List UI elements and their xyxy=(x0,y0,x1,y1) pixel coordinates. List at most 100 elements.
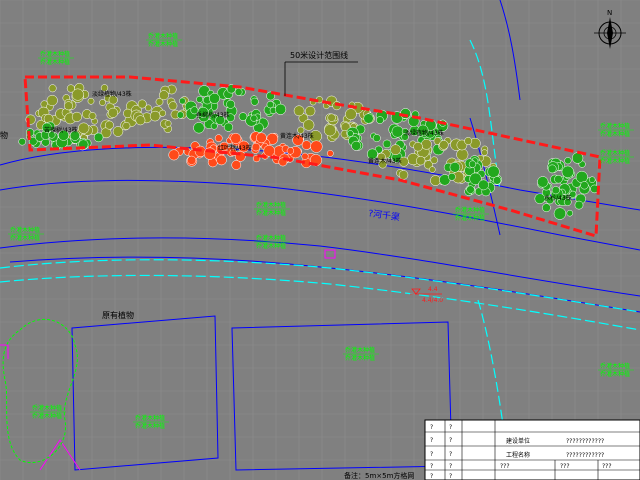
tree-symbol xyxy=(48,84,57,93)
tree-symbol xyxy=(561,165,574,178)
tree-symbol xyxy=(376,116,384,124)
tree-symbol xyxy=(145,104,152,112)
callout-text: 乔灌木种植 xyxy=(256,201,286,209)
plant-label-1: 淡绿植物/43株 xyxy=(92,90,132,98)
callout-text: 乔灌木种植 xyxy=(600,362,630,370)
tree-symbol xyxy=(293,105,305,117)
parcel-mid xyxy=(231,321,453,471)
callout-text: 乔灌木种植 xyxy=(455,206,485,214)
cad-drawing-canvas: 50米设计范围线 淡绿植物/43株 垂柳树/43株 苦楝树/43株 红叶桃/43… xyxy=(0,0,640,480)
tree-symbol xyxy=(310,140,323,153)
tree-symbol xyxy=(104,120,114,130)
callout-text: 乔灌木种植 xyxy=(345,354,375,362)
callout-7: 乔灌木种植乔灌木种植 xyxy=(254,234,290,250)
tree-symbol xyxy=(439,140,449,150)
callout-2: 乔灌木种植乔灌木种植 xyxy=(38,50,74,66)
tb-row1-value: ???????????? xyxy=(566,438,604,445)
tree-symbol xyxy=(168,149,180,161)
tree-symbol xyxy=(164,120,172,127)
tb-row2-value: ???????????? xyxy=(566,452,604,459)
tree-symbol xyxy=(250,97,259,106)
tb-q-5: ? xyxy=(430,451,433,458)
tb-row3-a: ??? xyxy=(500,463,510,470)
tree-symbol xyxy=(305,105,316,117)
north-label: N xyxy=(607,9,612,17)
tree-symbol xyxy=(64,101,73,111)
tree-symbol xyxy=(564,157,572,165)
tree-symbol xyxy=(149,110,161,122)
tree-symbol xyxy=(196,95,204,103)
plant-label-6: 淡绿植物/43株 xyxy=(404,129,444,137)
tree-symbol xyxy=(301,152,309,160)
callout-8: 乔灌木种植乔灌木种植 xyxy=(8,226,44,242)
tb-q-9: ? xyxy=(430,473,433,480)
tree-symbol xyxy=(351,140,362,151)
tb-q-10: ? xyxy=(449,473,452,480)
tree-symbol xyxy=(554,174,563,184)
tree-symbol xyxy=(481,149,488,156)
tree-symbol xyxy=(275,103,287,115)
tree-symbol xyxy=(234,88,243,96)
canal-4 xyxy=(477,299,506,441)
tree-symbol xyxy=(323,124,337,137)
callout-text: 乔灌木种植 xyxy=(345,346,375,354)
tree-symbol xyxy=(547,164,557,174)
callout-1: 乔灌木种植乔灌木种植 xyxy=(146,32,182,48)
title-block: ? ? ? ? ? ? ? ? ? ? 建设单位 ???????????? 工程… xyxy=(424,419,640,480)
tree-symbol xyxy=(107,107,119,118)
tree-symbol xyxy=(487,165,500,178)
tree-symbol xyxy=(363,113,374,124)
callout-text: 乔灌木种植 xyxy=(455,214,485,222)
tree-symbol xyxy=(456,148,469,161)
tree-symbol xyxy=(256,132,267,144)
tb-row1-label: 建设单位 xyxy=(506,437,530,445)
callout-text: 乔灌木种植 xyxy=(600,157,630,165)
tree-symbol xyxy=(429,166,436,173)
level-marker-triangle xyxy=(411,288,421,295)
callout-text: 乔灌木种植 xyxy=(32,412,62,420)
left-edge-label: 物 xyxy=(0,130,8,140)
tree-symbol xyxy=(18,137,26,146)
tree-symbol xyxy=(382,139,392,149)
tb-q-8: ? xyxy=(449,463,452,470)
tree-symbol xyxy=(566,209,574,217)
tree-symbol xyxy=(430,156,438,164)
callout-text: 乔灌木种植 xyxy=(135,422,165,430)
tree-symbol xyxy=(66,84,75,93)
tb-q-1: ? xyxy=(430,424,433,431)
parcel-left xyxy=(71,315,219,471)
callout-12: 乔灌木种植乔灌木种植 xyxy=(30,404,66,420)
callout-5: 乔灌木种植乔灌木种植 xyxy=(453,206,489,222)
tree-symbol xyxy=(327,113,336,122)
callout-text: 乔灌木种植 xyxy=(10,226,40,234)
plant-label-7: 黄连木/43株 xyxy=(368,157,402,165)
callout-text: 乔灌木种植 xyxy=(256,234,286,242)
tree-symbol xyxy=(158,90,169,101)
tb-q-3: ? xyxy=(430,437,433,444)
tree-symbol xyxy=(87,97,95,105)
tree-symbol xyxy=(466,185,475,194)
tree-symbol xyxy=(78,122,90,134)
tree-symbol xyxy=(46,94,58,107)
tree-symbol xyxy=(122,121,131,130)
callout-text: 乔灌木种植 xyxy=(40,58,70,66)
existing-plants-label: 原有植物 xyxy=(102,310,134,320)
tree-symbol xyxy=(478,179,489,191)
level-mark-bottom: 4.4/4.0 xyxy=(422,297,443,304)
callout-11: 乔灌木种植乔灌木种植 xyxy=(133,414,169,430)
callout-6: 乔灌木种植乔灌木种植 xyxy=(254,201,290,217)
pink-marker-1 xyxy=(324,249,336,259)
tree-symbol xyxy=(159,109,167,117)
callout-text: 乔灌木种植 xyxy=(256,209,286,217)
callout-text: 乔灌木种植 xyxy=(135,414,165,422)
callout-text: 乔灌木种植 xyxy=(148,32,178,40)
tree-symbol xyxy=(193,122,205,134)
level-mark-top: 4.4 xyxy=(428,286,438,293)
bottom-note: 备注：5m×5m方格网 xyxy=(344,471,414,480)
tree-symbol xyxy=(231,160,242,170)
tree-symbol xyxy=(345,108,357,121)
tree-symbol xyxy=(99,99,106,106)
grid-lines xyxy=(0,0,640,480)
tb-row3-c: ??? xyxy=(602,463,612,470)
callout-3: 乔灌木种植乔灌木种植 xyxy=(598,122,634,138)
